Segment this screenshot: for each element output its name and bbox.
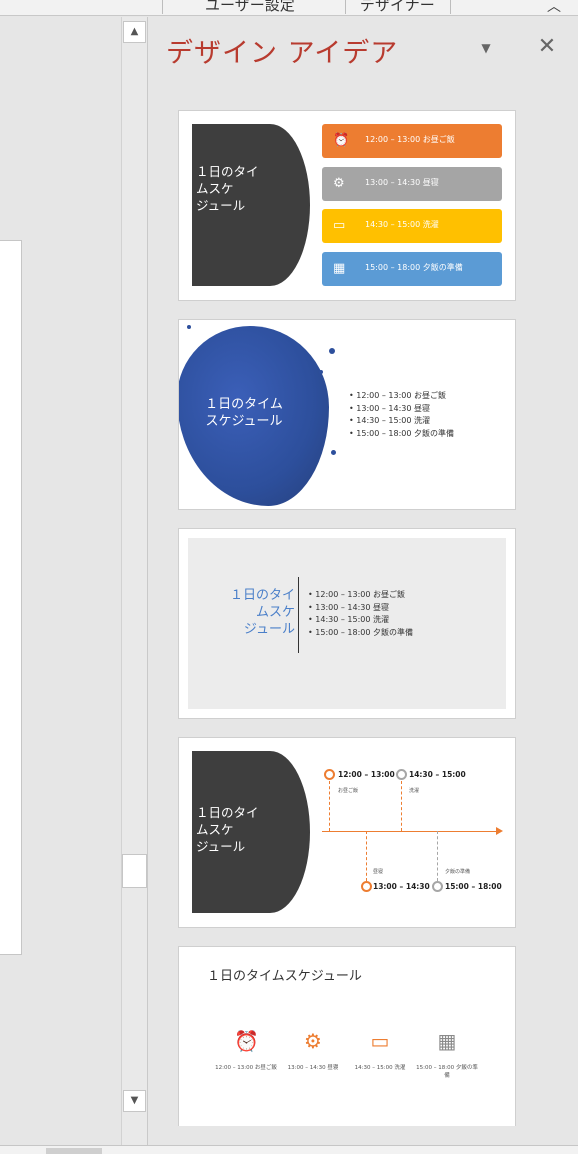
icon-caption: 12:00 – 13:00 お昼ご飯 [215,1065,277,1071]
timeline-label: お昼ご飯 [338,788,359,794]
schedule-bar: ⏰ 12:00 – 13:00 お昼ご飯 [322,124,502,158]
slide-editing-area [0,17,121,1145]
ink-splash-dot [319,370,323,374]
slide-title: １日のタイ ムスケ ジュール [196,164,259,213]
chevron-up-icon[interactable]: ︿ [545,0,563,15]
tab-designer[interactable]: デザイナー [360,0,435,15]
slide-title: １日のタイムスケジュール [207,969,362,984]
design-idea-card-5[interactable]: １日のタイムスケジュール ⏰ 12:00 – 13:00 お昼ご飯 ⚙ 13:0… [178,946,516,1126]
timeline-time: 12:00 – 13:00 [338,770,395,779]
schedule-bar: ▭ 14:30 – 15:00 洗濯 [322,209,502,243]
triangle-up-icon: ▲ [130,26,139,37]
triangle-down-icon: ▼ [130,1095,139,1106]
timeline-connector [437,831,438,881]
timeline-arrowhead [496,827,503,835]
design-idea-card-4[interactable]: １日のタイ ムスケ ジュール 12:00 – 13:00 お昼ご飯 14:30 … [178,737,516,928]
location-pin-icon [361,881,372,892]
robot-icon: ⚙ [304,1029,322,1053]
slide-title: １日のタイ ムスケ ジュール [229,588,295,637]
icon-caption: 14:30 – 15:00 洗濯 [354,1065,406,1071]
schedule-bar: ⚙ 13:00 – 14:30 昼寝 [322,167,502,201]
close-icon: ✕ [537,34,557,59]
ink-splash-dot [331,450,336,455]
ribbon-separator [450,0,451,14]
pane-title: デザイン アイデア [166,38,399,69]
design-idea-card-1[interactable]: １日のタイ ムスケ ジュール ⏰ 12:00 – 13:00 お昼ご飯 ⚙ 13… [178,110,516,301]
ink-splash-dot [187,325,191,329]
design-ideas-pane: デザイン アイデア ▼ ✕ １日のタイ ムスケ ジュール ⏰ 12:00 – 1… [148,17,578,1145]
bullet-list: • 12:00 – 13:00 お昼ご飯 • 13:00 – 14:30 昼寝 … [349,391,454,438]
scroll-down-button[interactable]: ▼ [123,1090,146,1112]
design-idea-card-3[interactable]: １日のタイ ムスケ ジュール • 12:00 – 13:00 お昼ご飯 • 13… [178,528,516,719]
tab-user-settings[interactable]: ユーザー設定 [205,0,295,15]
slide-title: １日のタイ ムスケ ジュール [196,805,259,854]
scroll-thumb[interactable] [122,854,147,888]
slide-canvas-edge[interactable] [0,240,22,955]
divider-line [298,577,299,653]
timeline-time: 13:00 – 14:30 [373,882,430,891]
pane-options-dropdown[interactable]: ▼ [476,41,496,57]
robot-icon: ⚙ [333,176,345,191]
ribbon-bar: ユーザー設定 デザイナー ︿ [0,0,578,16]
calendar-icon: ▦ [333,261,346,276]
alarm-clock-icon: ⏰ [333,133,350,148]
scroll-up-button[interactable]: ▲ [123,21,146,43]
triangle-down-icon: ▼ [481,41,491,55]
icon-caption: 13:00 – 14:30 昼寝 [287,1065,339,1071]
timeline-time: 15:00 – 18:00 [445,882,502,891]
close-pane-button[interactable]: ✕ [536,35,558,59]
schedule-bar: ▦ 15:00 – 18:00 夕飯の準備 [322,252,502,286]
location-pin-icon [432,881,443,892]
vertical-scrollbar[interactable]: ▲ ▼ [121,17,147,1145]
ribbon-separator [345,0,346,14]
location-pin-icon [324,769,335,780]
timeline-time: 14:30 – 15:00 [409,770,466,779]
ink-splash-dot [329,348,335,354]
timeline-label: 夕飯の準備 [445,869,471,875]
timeline-connector [401,781,402,831]
slide-title: １日のタイム スケジュール [205,397,283,429]
ribbon-separator [162,0,163,14]
timeline-label: 昼寝 [373,869,384,875]
calendar-icon: ▦ [437,1029,457,1053]
bottom-status-strip [0,1145,578,1154]
timeline-label: 洗濯 [409,788,420,794]
timeline-connector [329,781,330,831]
horizontal-scroll-thumb[interactable] [46,1148,102,1154]
washer-icon: ▭ [333,218,346,233]
timeline-connector [366,831,367,881]
icon-caption: 15:00 – 18:00 夕飯の準備 [416,1065,478,1079]
design-idea-card-2[interactable]: １日のタイム スケジュール • 12:00 – 13:00 お昼ご飯 • 13:… [178,319,516,510]
washer-icon: ▭ [370,1029,390,1053]
alarm-clock-icon: ⏰ [234,1029,259,1053]
location-pin-icon [396,769,407,780]
timeline-axis [322,831,500,832]
bullet-list: • 12:00 – 13:00 お昼ご飯 • 13:00 – 14:30 昼寝 … [308,590,413,637]
